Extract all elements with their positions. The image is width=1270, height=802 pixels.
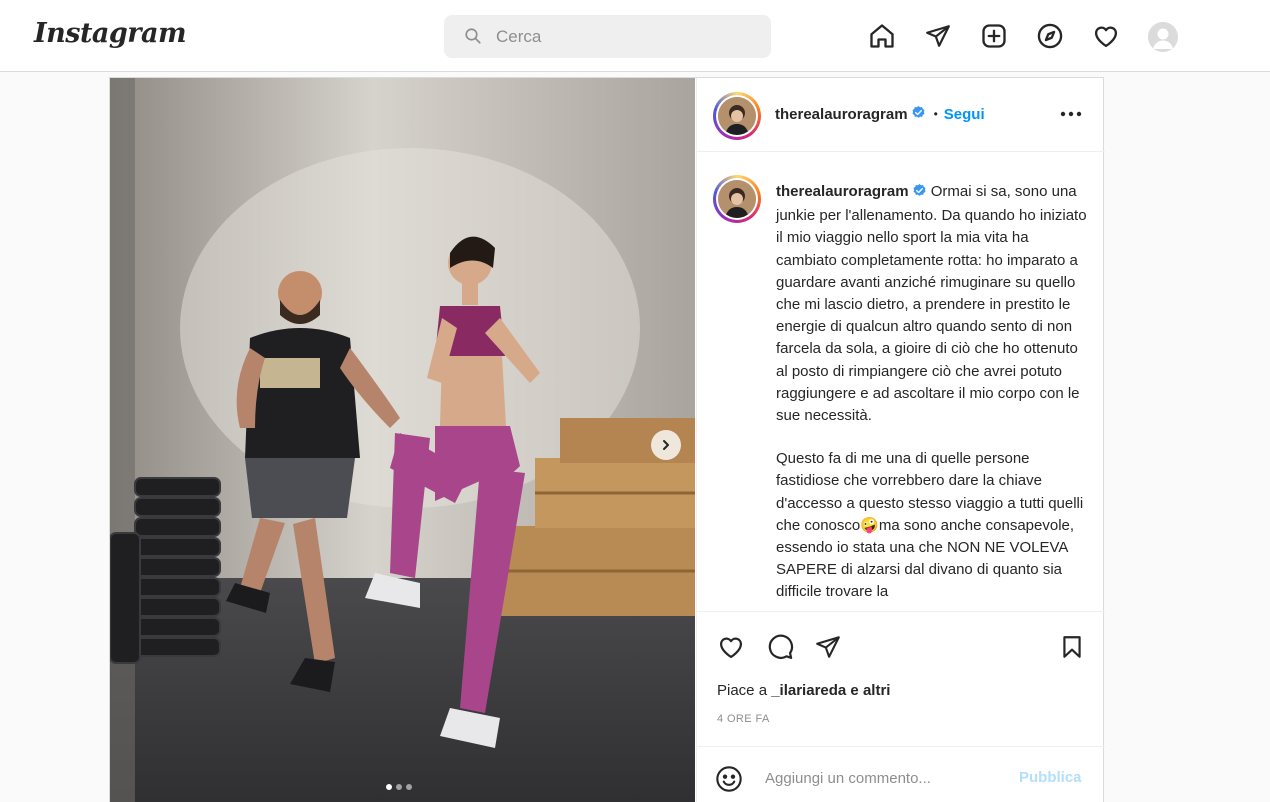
caption-username[interactable]: therealauroragram	[776, 183, 909, 200]
save-bookmark-icon[interactable]	[1055, 630, 1089, 664]
like-heart-icon[interactable]	[714, 630, 748, 664]
verified-badge-icon	[911, 105, 926, 123]
top-navigation-bar: Instagram	[0, 0, 1270, 72]
add-comment-bar: Pubblica	[697, 746, 1105, 802]
comment-input[interactable]	[765, 761, 1005, 795]
likes-user[interactable]: _ilariareda	[771, 682, 846, 699]
search-box[interactable]	[444, 15, 771, 58]
more-options-icon[interactable]	[1057, 104, 1085, 124]
likes-prefix: Piace a	[717, 682, 772, 699]
header-separator: •	[933, 107, 938, 121]
photo-illustration	[110, 78, 695, 802]
carousel-dot	[396, 784, 402, 790]
search-input[interactable]	[496, 15, 756, 58]
direct-message-icon[interactable]	[922, 20, 954, 52]
verified-badge-icon	[912, 183, 927, 205]
post-timestamp[interactable]: 4 ORE FA	[717, 713, 770, 725]
caption-emoji: 🤪	[860, 516, 879, 534]
caption-author-avatar[interactable]	[713, 175, 761, 223]
profile-avatar[interactable]	[1148, 22, 1178, 52]
new-post-icon[interactable]	[978, 20, 1010, 52]
carousel-dot	[386, 784, 392, 790]
activity-heart-icon[interactable]	[1090, 20, 1122, 52]
follow-button[interactable]: Segui	[944, 106, 985, 123]
post-header: therealauroragram • Segui	[697, 78, 1105, 152]
likes-suffix[interactable]: e altri	[846, 682, 890, 699]
caption-paragraph-1: Ormai si sa, sono una junkie per l'allen…	[776, 183, 1087, 425]
emoji-icon[interactable]	[715, 765, 743, 793]
post-caption: therealauroragram Ormai si sa, sono una …	[776, 181, 1092, 604]
home-icon[interactable]	[866, 20, 898, 52]
carousel-indicator	[386, 784, 412, 790]
instagram-logo[interactable]: Instagram	[34, 18, 187, 49]
author-avatar[interactable]	[713, 92, 761, 140]
post-card: therealauroragram • Segui therealaurorag…	[109, 77, 1105, 802]
comment-icon[interactable]	[763, 630, 797, 664]
likes-summary: Piace a _ilariareda e altri	[717, 682, 890, 699]
author-username[interactable]: therealauroragram	[775, 106, 908, 123]
post-actions: Piace a _ilariareda e altri 4 ORE FA	[697, 611, 1105, 761]
post-photo[interactable]	[110, 78, 695, 802]
caption-area: therealauroragram Ormai si sa, sono una …	[697, 153, 1105, 611]
chevron-right-icon	[663, 440, 669, 450]
explore-icon[interactable]	[1034, 20, 1066, 52]
share-icon[interactable]	[811, 630, 845, 664]
search-icon	[465, 28, 481, 44]
carousel-next-button[interactable]	[651, 430, 681, 460]
carousel-dot	[406, 784, 412, 790]
publish-button[interactable]: Pubblica	[1019, 769, 1082, 786]
post-side-panel: therealauroragram • Segui therealaurorag…	[696, 78, 1105, 802]
